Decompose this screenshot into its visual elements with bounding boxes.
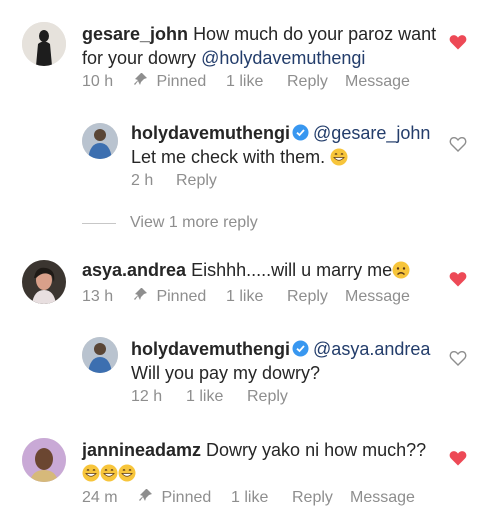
likes-count[interactable]: 1 like [186,388,247,406]
grinning-emoji-icon [118,464,136,482]
grinning-emoji-icon [82,464,100,482]
pinned-label: Pinned [139,488,231,507]
grinning-emoji-icon [100,464,118,482]
avatar[interactable] [22,260,66,304]
verified-badge-icon [292,124,309,141]
avatar[interactable] [22,22,66,66]
message-button[interactable]: Message [345,288,410,306]
heart-icon[interactable] [449,136,467,152]
comment-text: Will you pay my dowry? [131,363,321,383]
pin-icon [134,288,147,300]
reply-button[interactable]: Reply [287,288,345,306]
likes-count[interactable]: 1 like [226,73,287,91]
heart-icon[interactable] [449,271,467,287]
avatar[interactable] [82,337,118,373]
message-button[interactable]: Message [345,73,410,91]
comment-time: 12 h [131,388,163,405]
reply-button[interactable]: Reply [176,172,217,190]
pinned-label: Pinned [134,287,226,306]
mention-link[interactable]: @gesare_john [313,123,430,143]
message-button[interactable]: Message [350,489,415,507]
heart-icon[interactable] [449,350,467,366]
comment-time: 13 h [82,287,114,305]
comment-text: How much do your paroz want [193,24,437,44]
heart-icon[interactable] [449,34,467,50]
view-more-label[interactable]: View 1 more reply [130,214,258,232]
reply-button[interactable]: Reply [292,489,350,507]
comment-username[interactable]: holydavemuthengi [131,339,290,359]
reply-button[interactable]: Reply [287,73,345,91]
likes-count[interactable]: 1 like [226,288,287,306]
grinning-emoji-icon [330,148,348,166]
worried-emoji-icon [392,261,410,279]
comment-username[interactable]: asya.andrea [82,260,186,280]
emoji-row [82,461,136,485]
comment-time: 10 h [82,72,114,90]
verified-badge-icon [292,340,309,357]
avatar[interactable] [82,123,118,159]
likes-count[interactable]: 1 like [231,489,292,507]
heart-icon[interactable] [449,450,467,466]
view-more-replies[interactable]: View 1 more reply [82,214,258,232]
comment-username[interactable]: jannineadamz [82,440,201,460]
avatar[interactable] [22,438,66,482]
divider [82,222,116,224]
pin-icon [139,489,152,501]
comment-text: Let me check with them. [131,147,326,167]
comment-text: Dowry yako ni how much?? [206,440,427,460]
comment-time: 24 m [82,488,118,506]
comment-time: 2 h [131,172,154,189]
comment-text: Eishhh.....will u marry me [191,260,393,280]
reply-button[interactable]: Reply [247,388,288,406]
comment-text: for your dowry [82,48,197,68]
pinned-label: Pinned [134,72,226,91]
comment-username[interactable]: gesare_john [82,24,188,44]
mention-link[interactable]: @holydavemuthengi [201,48,365,68]
mention-link[interactable]: @asya.andrea [313,339,430,359]
pin-icon [134,73,147,85]
comment-username[interactable]: holydavemuthengi [131,123,290,143]
